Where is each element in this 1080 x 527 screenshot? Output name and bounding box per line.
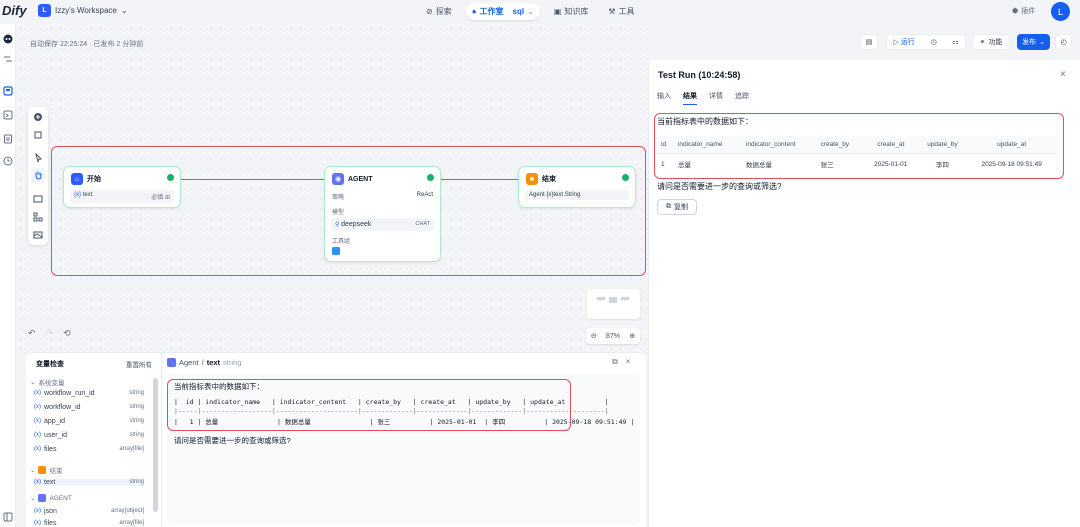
agent-icon xyxy=(38,494,47,502)
list-item[interactable]: (x) user_id string xyxy=(34,432,144,439)
highlight-value-table xyxy=(167,379,571,431)
workspace-switcher[interactable]: L Izzy's Workspace ⌄ xyxy=(38,4,128,17)
hand-icon[interactable] xyxy=(33,170,43,180)
add-note-icon[interactable] xyxy=(33,130,43,140)
pointer-icon[interactable] xyxy=(33,153,43,163)
chevron-down-icon: ⌄ xyxy=(120,6,128,15)
orchestrate-icon[interactable] xyxy=(3,54,13,64)
copy-button[interactable]: ⧉ 复制 xyxy=(657,199,697,215)
app-icon[interactable] xyxy=(3,34,13,44)
inspector-breadcrumb: Agent / text string xyxy=(167,358,241,367)
zoom-in-icon[interactable]: ⊕ xyxy=(629,332,635,340)
list-item[interactable]: (x) files array[file] xyxy=(34,446,144,453)
inspector-actions: ⧉ × xyxy=(612,357,630,367)
inspector-title: 变量检查 xyxy=(36,361,64,368)
current-app-name[interactable]: sql xyxy=(513,7,525,16)
env-variables-button[interactable]: ▤ xyxy=(860,34,878,50)
checklist-icon[interactable]: ◷ xyxy=(930,38,936,46)
nav-tools[interactable]: ⚒ 工具 xyxy=(602,3,640,20)
chevron-down-icon: ⌄ xyxy=(30,467,36,474)
workflow-icon[interactable] xyxy=(3,86,13,96)
variable-list-scrollbar[interactable] xyxy=(153,378,158,512)
stop-icon xyxy=(38,466,47,474)
tab-tracing[interactable]: 追踪 xyxy=(735,91,749,105)
organize-blocks-icon[interactable] xyxy=(33,212,43,222)
canvas-tool-panel xyxy=(28,107,48,245)
plugins-button[interactable]: ⬢ 插件 xyxy=(1012,6,1035,16)
undo-icon[interactable]: ↶ xyxy=(28,328,36,339)
run-group: ▷ 运行 ◷ ⚏ xyxy=(886,34,966,50)
wrench-icon: ⚒ xyxy=(608,7,616,16)
close-icon[interactable]: × xyxy=(626,357,631,367)
top-bar: Dify L Izzy's Workspace ⌄ ⊘ 探索 ● 工作室 sql… xyxy=(0,0,1080,24)
list-item[interactable]: (x) files array[file] xyxy=(34,520,144,527)
version-history-button[interactable]: ◴ xyxy=(1055,34,1072,50)
minimap-toggle-icon[interactable] xyxy=(33,230,43,240)
list-item[interactable]: (x) workflow_run_id string xyxy=(34,390,144,397)
minimap[interactable] xyxy=(587,289,640,319)
compass-icon: ⊘ xyxy=(426,7,433,16)
list-item[interactable]: (x) json array[object] xyxy=(34,508,144,515)
api-icon[interactable] xyxy=(3,110,13,120)
workspace-avatar: L xyxy=(38,4,51,17)
copy-icon[interactable]: ⧉ xyxy=(612,357,618,367)
studio-icon: ● xyxy=(471,7,477,16)
group-agent-node[interactable]: ⌄ AGENT xyxy=(30,494,72,502)
value-question: 请问是否需要进一步的查询或筛选? xyxy=(174,436,291,445)
group-end-node[interactable]: ⌄ 结束 xyxy=(30,465,62,475)
list-item-selected[interactable]: (x) text string xyxy=(34,479,144,486)
group-system-vars[interactable]: ⌄ 系统变量 xyxy=(30,377,64,387)
reset-all-button[interactable]: 重置所有 xyxy=(126,359,152,369)
highlight-result-table xyxy=(654,113,1064,179)
add-node-icon[interactable] xyxy=(33,112,43,122)
features-button[interactable]: ⚭ 功能 xyxy=(972,34,1010,50)
test-run-tabs: 输入 结果 详情 追踪 xyxy=(657,91,749,105)
monitor-icon[interactable] xyxy=(3,156,13,166)
history-icon[interactable]: ⟲ xyxy=(63,328,71,339)
tab-input[interactable]: 输入 xyxy=(657,91,671,105)
collapse-sidebar-icon[interactable] xyxy=(3,512,13,522)
tab-result[interactable]: 结果 xyxy=(683,91,697,105)
plugin-icon: ⬢ xyxy=(1012,8,1019,15)
result-question: 请问是否需要进一步的查询或筛选? xyxy=(657,182,782,191)
features-icon: ⚭ xyxy=(979,39,986,46)
publish-button[interactable]: 发布 ⌄ xyxy=(1017,34,1050,50)
chevron-down-icon: ⌄ xyxy=(30,495,36,502)
test-run-title: Test Run (10:24:58) xyxy=(658,70,741,80)
list-item[interactable]: (x) app_id string xyxy=(34,418,144,425)
chevron-down-icon: ⌄ xyxy=(30,379,36,386)
zoom-out-icon[interactable]: ⊖ xyxy=(591,332,597,340)
logs-icon[interactable] xyxy=(3,134,13,144)
close-icon[interactable]: × xyxy=(1060,69,1066,80)
nav-explore[interactable]: ⊘ 探索 xyxy=(420,3,458,20)
tab-detail[interactable]: 详情 xyxy=(709,91,723,105)
left-rail xyxy=(0,24,16,527)
chevron-down-icon: ⌄ xyxy=(1039,39,1045,46)
chevron-down-icon: ⌄ xyxy=(527,7,534,16)
zoom-control: ⊖ 87% ⊕ xyxy=(586,328,640,344)
copy-icon: ⧉ xyxy=(666,203,671,210)
clock-icon: ◴ xyxy=(1060,39,1067,46)
main-nav: ⊘ 探索 ● 工作室 sql ⌄ ▣ 知识库 ⚒ 工具 xyxy=(420,3,641,20)
env-icon: ▤ xyxy=(865,39,873,46)
user-avatar[interactable]: L xyxy=(1051,2,1070,21)
nav-knowledge[interactable]: ▣ 知识库 xyxy=(548,3,595,20)
list-item[interactable]: (x) workflow_id string xyxy=(34,404,144,411)
zoom-level[interactable]: 87% xyxy=(606,333,620,340)
workspace-name: Izzy's Workspace xyxy=(55,6,117,15)
nav-studio[interactable]: ● 工作室 sql ⌄ xyxy=(465,3,540,20)
highlight-workflow xyxy=(51,146,646,276)
history-controls: ↶ ↷ ⟲ xyxy=(28,328,71,339)
agent-icon xyxy=(167,358,176,367)
settings-icon[interactable]: ⚏ xyxy=(952,38,958,46)
autosave-status: 自动保存 22:25:24 · 已发布 2 分钟前 xyxy=(30,41,144,48)
book-icon: ▣ xyxy=(553,7,562,16)
dify-logo[interactable]: Dify xyxy=(2,3,27,18)
redo-icon[interactable]: ↷ xyxy=(46,328,54,339)
export-image-icon[interactable] xyxy=(33,194,43,204)
run-button[interactable]: ▷ 运行 xyxy=(893,37,914,47)
